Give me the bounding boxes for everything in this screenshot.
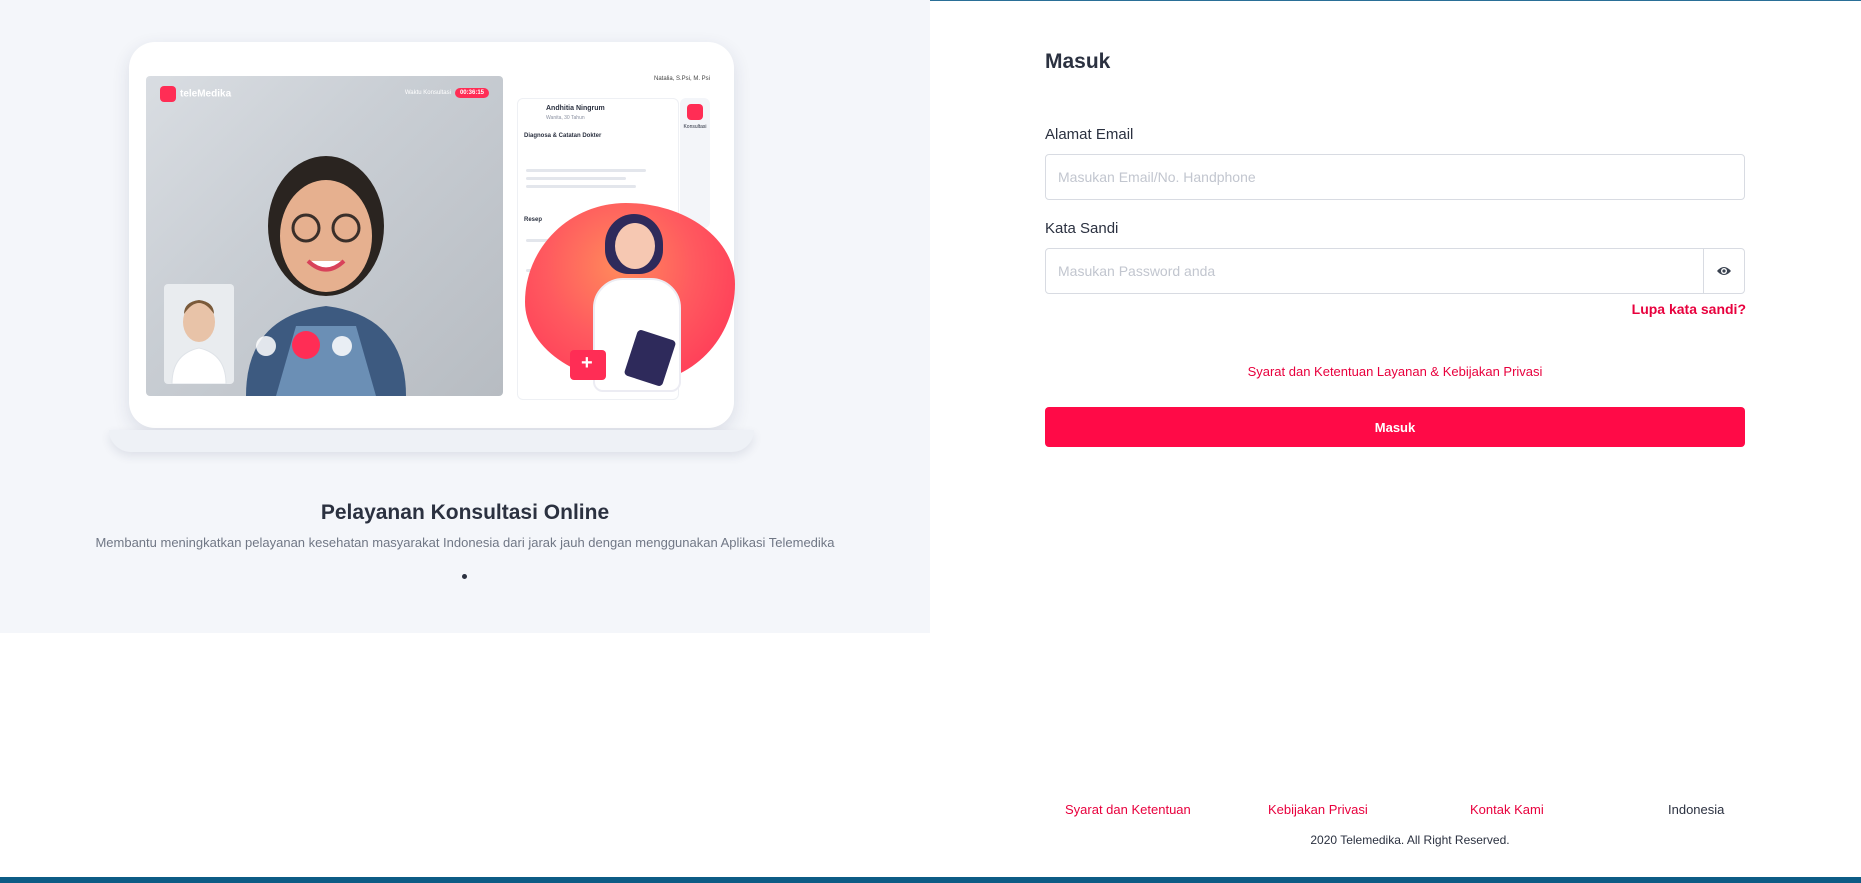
consultation-label: Konsultasi xyxy=(683,124,707,130)
note-line xyxy=(526,185,636,188)
patient-name: Andhitia Ningrum xyxy=(546,105,605,112)
footer-links: Syarat dan Ketentuan Kebijakan Privasi K… xyxy=(1045,802,1745,820)
doctor-figure-head xyxy=(615,223,655,269)
carousel-indicator xyxy=(462,574,467,579)
password-label: Kata Sandi xyxy=(1045,220,1119,237)
footer-terms-link[interactable]: Syarat dan Ketentuan xyxy=(1065,802,1191,817)
carousel-dot[interactable] xyxy=(462,574,467,579)
language-selector[interactable]: Indonesia xyxy=(1668,802,1724,817)
forgot-password-link[interactable]: Lupa kata sandi? xyxy=(1632,301,1746,317)
video-call-view: teleMedika Waktu Konsultasi 00:36:15 xyxy=(146,76,503,396)
footer-contact-link[interactable]: Kontak Kami xyxy=(1470,802,1544,817)
call-timer: Waktu Konsultasi 00:36:15 xyxy=(405,88,489,98)
email-label: Alamat Email xyxy=(1045,126,1134,143)
copyright-text: 2020 Telemedika. All Right Reserved. xyxy=(1310,833,1510,847)
note-line xyxy=(526,177,626,180)
login-title: Masuk xyxy=(1045,50,1111,73)
show-password-button[interactable] xyxy=(1703,248,1745,294)
slide-description: Membantu meningkatkan pelayanan kesehata… xyxy=(95,535,835,550)
terms-privacy-link[interactable]: Syarat dan Ketentuan Layanan & Kebijakan… xyxy=(1045,364,1745,379)
end-call-icon xyxy=(292,331,320,359)
consultation-sidebar: Konsultasi xyxy=(680,98,710,228)
video-camera-icon xyxy=(687,104,703,120)
email-field[interactable] xyxy=(1045,154,1745,200)
patient-photo xyxy=(246,156,406,396)
doctor-pip-thumbnail xyxy=(164,284,234,385)
password-group xyxy=(1045,248,1745,294)
patient-info: Wanita, 30 Tahun xyxy=(546,115,585,121)
password-field[interactable] xyxy=(1045,248,1704,294)
consultation-illustration: teleMedika Waktu Konsultasi 00:36:15 Nata… xyxy=(105,38,775,463)
eye-icon xyxy=(1717,267,1731,275)
diagnosis-heading: Diagnosa & Catatan Dokter xyxy=(524,133,602,139)
laptop-base xyxy=(109,430,754,452)
footer-privacy-link[interactable]: Kebijakan Privasi xyxy=(1268,802,1368,817)
medical-kit-icon xyxy=(570,350,606,380)
telemedika-logo: teleMedika xyxy=(160,86,231,102)
slide-title: Pelayanan Konsultasi Online xyxy=(320,501,610,524)
recipe-heading: Resep xyxy=(524,217,543,223)
doctor-name: Natalia, S.Psi, M. Psi xyxy=(653,76,710,82)
promo-panel: teleMedika Waktu Konsultasi 00:36:15 Nata… xyxy=(0,0,930,633)
bottom-bar xyxy=(0,877,1861,883)
note-line xyxy=(526,169,646,172)
speaker-icon xyxy=(256,336,276,356)
login-button[interactable]: Masuk xyxy=(1045,407,1745,447)
microphone-icon xyxy=(332,336,352,356)
